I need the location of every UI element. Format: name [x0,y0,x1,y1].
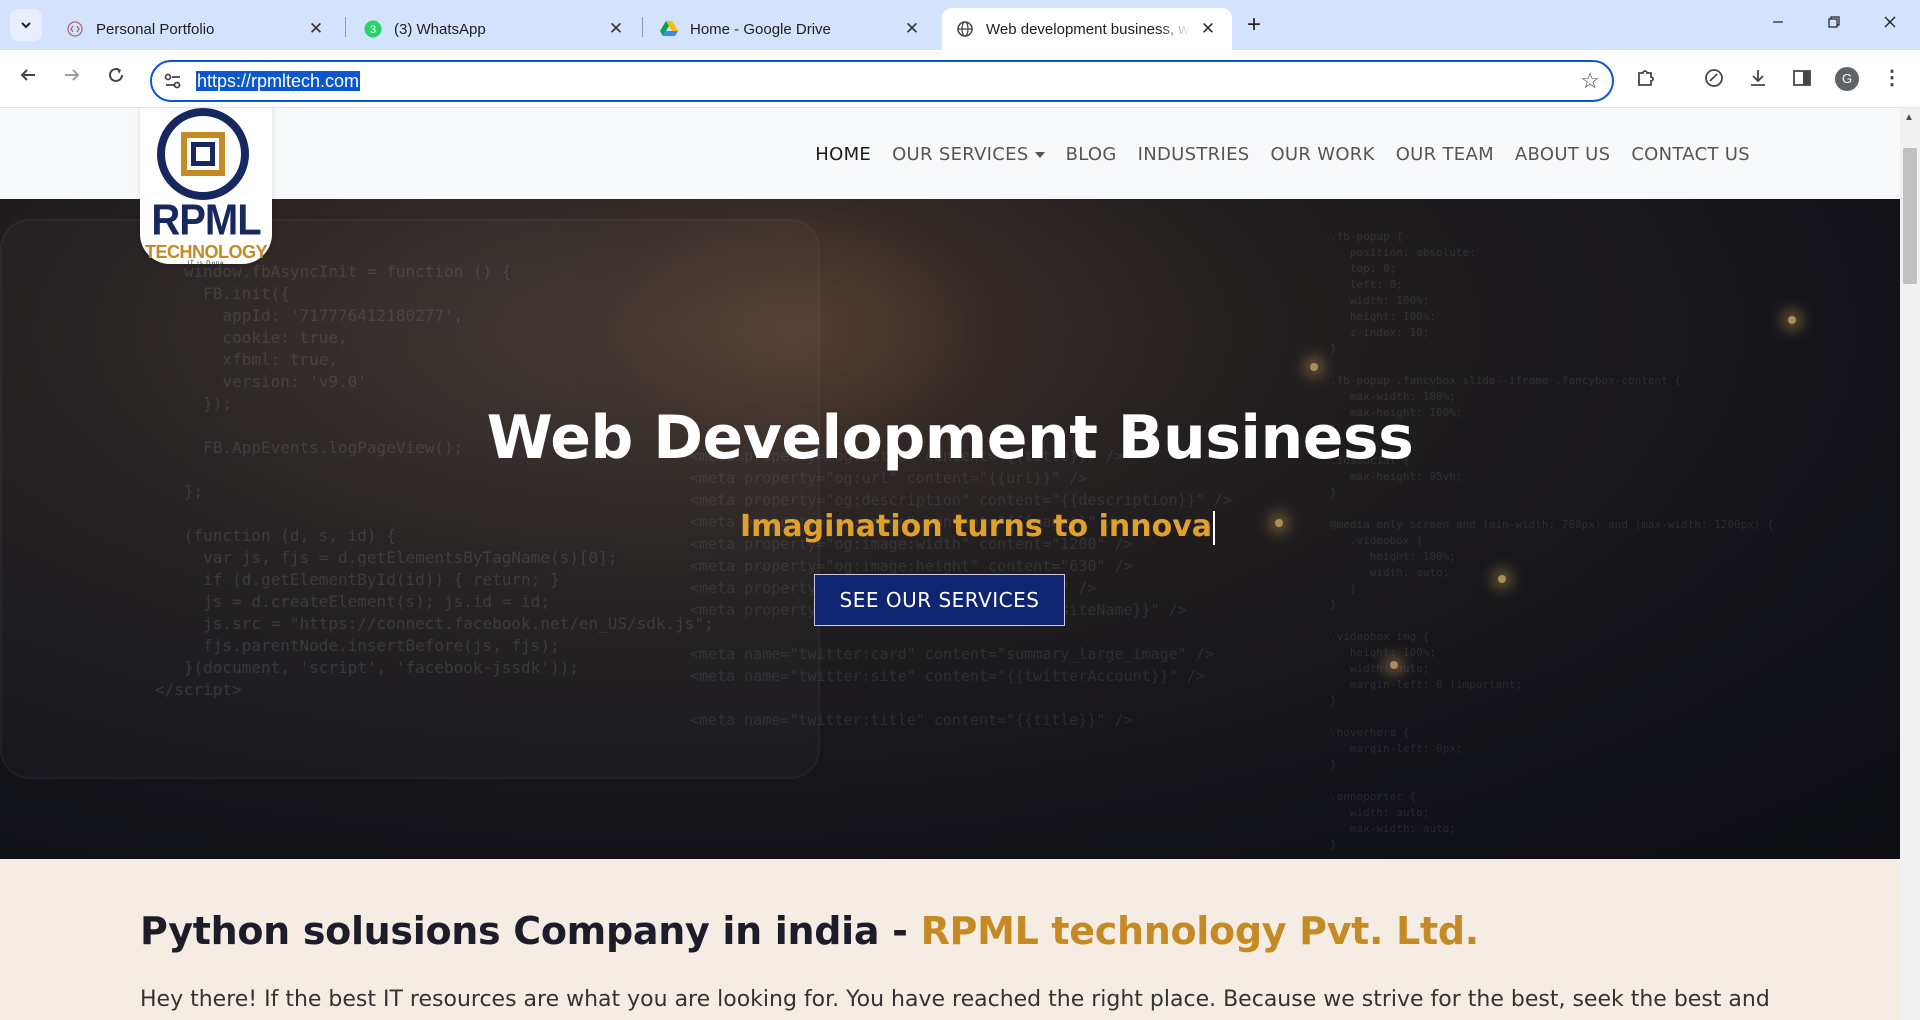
nav-about-us[interactable]: ABOUT US [1515,144,1610,165]
intro-section: Python solusions Company in india - RPML… [0,859,1900,1020]
logo-tagline: IT is Done [187,261,225,267]
hero-banner: <script> window.fbAsyncInit = function (… [0,199,1900,859]
tab-rpml-active[interactable]: Web development business, we ✕ [942,8,1232,50]
speed-icon [1705,69,1723,87]
code-icon [66,20,84,38]
arrow-right-icon [65,69,80,81]
close-window-button[interactable] [1870,10,1910,40]
new-tab-button[interactable]: + [1240,12,1268,40]
tab-personal-portfolio[interactable]: Personal Portfolio ✕ [52,8,340,50]
tab-divider [345,17,346,37]
tab-title: (3) WhatsApp [394,20,486,38]
extensions-button[interactable] [1632,64,1660,92]
main-nav: HOME OUR SERVICES BLOG INDUSTRIES OUR WO… [794,144,1750,165]
restore-button[interactable] [1814,10,1854,40]
restore-icon [1828,16,1840,28]
intro-heading: Python solusions Company in india - RPML… [140,909,1479,953]
whatsapp-icon: 3 [364,20,382,38]
minimize-button[interactable] [1758,10,1798,40]
back-button[interactable] [12,62,44,94]
scrollbar-thumb[interactable] [1903,148,1917,284]
close-icon[interactable]: ✕ [606,19,626,39]
logo-mark-icon [157,108,249,200]
hero-subtitle-text: Imagination turns to innova [740,509,1213,544]
chevron-down-icon [21,22,31,29]
nav-our-services[interactable]: OUR SERVICES [892,144,1045,165]
nav-our-team[interactable]: OUR TEAM [1396,144,1494,165]
downloads-button[interactable] [1744,64,1772,92]
see-our-services-button[interactable]: SEE OUR SERVICES [814,574,1065,626]
hero-title: Web Development Business [486,403,1414,473]
side-panel-button[interactable] [1788,64,1816,92]
tab-title: Home - Google Drive [690,20,831,38]
logo-square-inner [191,142,215,166]
site-header: HOME OUR SERVICES BLOG INDUSTRIES OUR WO… [0,108,1900,199]
reload-button[interactable] [100,62,132,94]
site-logo[interactable]: RPML TECHNOLOGY IT is Done [140,108,272,267]
hero-typing-subtitle: Imagination turns to innova [740,509,1216,545]
kebab-menu-icon: ⋮ [1882,67,1902,89]
address-bar[interactable]: https://rpmltech.com ☆ [150,60,1614,102]
nav-our-work[interactable]: OUR WORK [1270,144,1374,165]
profile-avatar[interactable]: G [1835,67,1859,91]
tab-strip: Personal Portfolio ✕ 3 (3) WhatsApp ✕ Ho… [0,0,1920,50]
puzzle-icon [1638,70,1654,86]
close-icon[interactable]: ✕ [1198,19,1218,39]
nav-industries[interactable]: INDUSTRIES [1138,144,1250,165]
plus-icon: + [1246,11,1261,38]
download-icon [1751,70,1765,86]
intro-heading-company: RPML technology Pvt. Ltd. [920,909,1480,953]
browser-toolbar: https://rpmltech.com ☆ G ⋮ [0,50,1920,108]
performance-button[interactable] [1700,64,1728,92]
tab-title: Personal Portfolio [96,20,215,38]
menu-button[interactable]: ⋮ [1878,64,1906,92]
text-cursor [1213,510,1216,545]
google-drive-icon [660,20,678,38]
scroll-up-arrow-icon[interactable]: ▲ [1904,112,1914,123]
tab-whatsapp[interactable]: 3 (3) WhatsApp ✕ [350,8,640,50]
intro-heading-prefix: Python solusions Company in india - [140,909,921,953]
close-icon[interactable]: ✕ [306,19,326,39]
logo-subtitle: TECHNOLOGY [144,242,268,262]
forward-button[interactable] [56,62,88,94]
side-panel-icon [1793,70,1811,86]
close-icon [1884,16,1896,28]
whatsapp-badge: 3 [370,24,376,36]
minimize-icon [1773,21,1783,23]
tab-google-drive[interactable]: Home - Google Drive ✕ [646,8,936,50]
caret-down-icon [1034,152,1045,158]
intro-paragraph: Hey there! If the best IT resources are … [140,987,1770,1012]
site-info-icon[interactable] [162,70,184,92]
logo-wordmark: RPML [151,195,261,245]
tab-search-button[interactable] [10,9,42,41]
nav-home[interactable]: HOME [815,144,871,165]
nav-contact-us[interactable]: CONTACT US [1631,144,1750,165]
tab-divider [642,17,643,37]
reload-icon [109,67,123,82]
arrow-left-icon [20,69,35,81]
nav-blog[interactable]: BLOG [1066,144,1117,165]
web-page: HOME OUR SERVICES BLOG INDUSTRIES OUR WO… [0,108,1900,1020]
url-text[interactable]: https://rpmltech.com [196,71,361,91]
nav-label: OUR SERVICES [892,144,1029,165]
globe-icon [956,20,974,38]
close-icon[interactable]: ✕ [902,19,922,39]
bookmark-star-icon[interactable]: ☆ [1580,68,1600,94]
tab-title: Web development business, we [986,20,1190,38]
